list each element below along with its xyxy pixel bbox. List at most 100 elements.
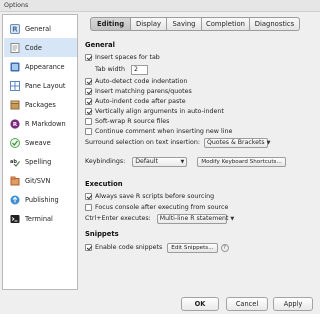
apply-button[interactable]: Apply [273, 297, 313, 311]
vertically-align-label: Vertically align arguments in auto-inden… [95, 108, 224, 115]
sidebar-item-sweave[interactable]: Sweave [4, 133, 77, 152]
execution-section-title: Execution [85, 180, 123, 188]
sidebar-item-label: Git/SVN [25, 176, 51, 185]
snippets-section-title: Snippets [85, 230, 119, 238]
sidebar-item-label: R Markdown [25, 119, 66, 128]
chevron-down-icon: ▼ [180, 158, 185, 165]
tab-width-input[interactable]: 2 [131, 64, 149, 75]
tab-saving[interactable]: Saving [167, 17, 202, 31]
insert-spaces-label: Insert spaces for tab [95, 54, 160, 61]
vertically-align-option[interactable]: Vertically align arguments in auto-inden… [85, 107, 224, 116]
sidebar-item-publishing[interactable]: Publishing [4, 190, 77, 209]
sidebar-item-label: General [25, 24, 51, 33]
pane-layout-icon [10, 80, 20, 91]
focus-console-label: Focus console after executing from sourc… [95, 204, 229, 211]
auto-detect-checkbox[interactable] [85, 78, 92, 85]
sidebar-item-spelling[interactable]: ab Spelling [4, 152, 77, 171]
editing-panel: General Insert spaces for tab Tab width … [82, 32, 318, 290]
sweave-icon [10, 137, 20, 148]
help-icon[interactable]: ? [220, 243, 229, 252]
ctrl-enter-label: Ctrl+Enter executes: [85, 215, 151, 222]
continue-comment-checkbox[interactable] [85, 128, 92, 135]
sidebar-item-general[interactable]: R General [4, 19, 77, 38]
insert-spaces-checkbox[interactable] [85, 54, 92, 61]
always-save-label: Always save R scripts before sourcing [95, 193, 215, 200]
sidebar-item-code[interactable]: Code [4, 38, 77, 57]
insert-matching-option[interactable]: Insert matching parens/quotes [85, 87, 192, 96]
auto-detect-option[interactable]: Auto-detect code indentation [85, 77, 187, 86]
soft-wrap-checkbox[interactable] [85, 118, 92, 125]
tab-completion[interactable]: Completion [202, 17, 250, 31]
ok-button[interactable]: OK [181, 297, 219, 311]
svg-text:R: R [12, 25, 18, 33]
r-general-icon: R [10, 23, 20, 34]
always-save-option[interactable]: Always save R scripts before sourcing [85, 192, 214, 201]
surround-row: Surround selection on text insertion: Qu… [85, 137, 271, 148]
code-icon [10, 42, 20, 53]
insert-matching-label: Insert matching parens/quotes [95, 88, 192, 95]
general-section-title: General [85, 41, 115, 49]
tab-diagnostics[interactable]: Diagnostics [250, 17, 300, 31]
keybindings-value: Default [135, 158, 158, 165]
git-svn-icon [10, 176, 20, 186]
tab-editing[interactable]: Editing [90, 17, 131, 31]
soft-wrap-option[interactable]: Soft-wrap R source files [85, 117, 169, 126]
sidebar-item-label: Code [25, 43, 42, 52]
focus-console-option[interactable]: Focus console after executing from sourc… [85, 203, 228, 212]
edit-snippets-button[interactable]: Edit Snippets... [167, 242, 218, 253]
sidebar-item-label: Pane Layout [25, 81, 66, 90]
r-markdown-icon: R [10, 118, 20, 129]
keybindings-select[interactable]: Default ▼ [132, 156, 188, 167]
sidebar-item-label: Packages [25, 100, 56, 109]
tab-display[interactable]: Display [131, 17, 167, 31]
enable-snippets-checkbox[interactable] [85, 244, 92, 251]
vertically-align-checkbox[interactable] [85, 108, 92, 115]
chevron-down-icon: ▼ [230, 215, 235, 222]
ctrl-enter-row: Ctrl+Enter executes: Multi-line R statem… [85, 213, 234, 224]
always-save-checkbox[interactable] [85, 193, 92, 200]
options-sidebar: R General Code Appearance Pane Layout Pa… [2, 14, 78, 290]
cancel-button[interactable]: Cancel [226, 297, 268, 311]
sidebar-item-git-svn[interactable]: Git/SVN [4, 171, 77, 190]
sidebar-item-label: Sweave [25, 138, 51, 147]
auto-indent-option[interactable]: Auto-indent code after paste [85, 97, 186, 106]
surround-select[interactable]: Quotes & Brackets ▼ [204, 137, 271, 148]
keybindings-label: Keybindings: [85, 158, 126, 165]
sidebar-item-appearance[interactable]: Appearance [4, 57, 77, 76]
sidebar-item-terminal[interactable]: Terminal [4, 209, 77, 228]
tab-width-row: Tab width 2 [95, 64, 149, 75]
svg-text:ab: ab [10, 159, 17, 165]
keybindings-row: Keybindings: Default ▼ Modify Keyboard S… [85, 156, 286, 167]
auto-detect-label: Auto-detect code indentation [95, 78, 188, 85]
sidebar-item-r-markdown[interactable]: R R Markdown [4, 114, 77, 133]
publishing-icon [10, 195, 20, 205]
window-title: Options [0, 0, 320, 12]
sidebar-item-label: Appearance [25, 62, 65, 71]
chevron-down-icon: ▼ [266, 139, 271, 146]
modify-shortcuts-button[interactable]: Modify Keyboard Shortcuts... [197, 156, 286, 167]
surround-value: Quotes & Brackets [207, 139, 265, 146]
appearance-icon [10, 62, 20, 72]
sidebar-item-label: Spelling [25, 157, 52, 166]
surround-label: Surround selection on text insertion: [85, 139, 200, 146]
soft-wrap-label: Soft-wrap R source files [95, 118, 170, 125]
sidebar-item-label: Publishing [25, 195, 59, 204]
continue-comment-label: Continue comment when inserting new line [95, 128, 233, 135]
options-tabs: Editing Display Saving Completion Diagno… [90, 17, 300, 31]
ctrl-enter-select[interactable]: Multi-line R statement ▼ [156, 213, 234, 224]
snippets-row: Enable code snippets Edit Snippets... ? [85, 242, 229, 253]
enable-snippets-label: Enable code snippets [95, 244, 163, 251]
insert-matching-checkbox[interactable] [85, 88, 92, 95]
insert-spaces-option[interactable]: Insert spaces for tab [85, 53, 160, 62]
sidebar-item-pane-layout[interactable]: Pane Layout [4, 76, 77, 95]
continue-comment-option[interactable]: Continue comment when inserting new line [85, 127, 232, 136]
sidebar-item-label: Terminal [25, 214, 53, 223]
focus-console-checkbox[interactable] [85, 204, 92, 211]
terminal-icon [10, 214, 20, 224]
auto-indent-checkbox[interactable] [85, 98, 92, 105]
ctrl-enter-value: Multi-line R statement [159, 215, 229, 222]
tab-width-label: Tab width [95, 66, 126, 73]
sidebar-item-packages[interactable]: Packages [4, 95, 77, 114]
packages-icon [10, 100, 20, 110]
auto-indent-label: Auto-indent code after paste [95, 98, 186, 105]
